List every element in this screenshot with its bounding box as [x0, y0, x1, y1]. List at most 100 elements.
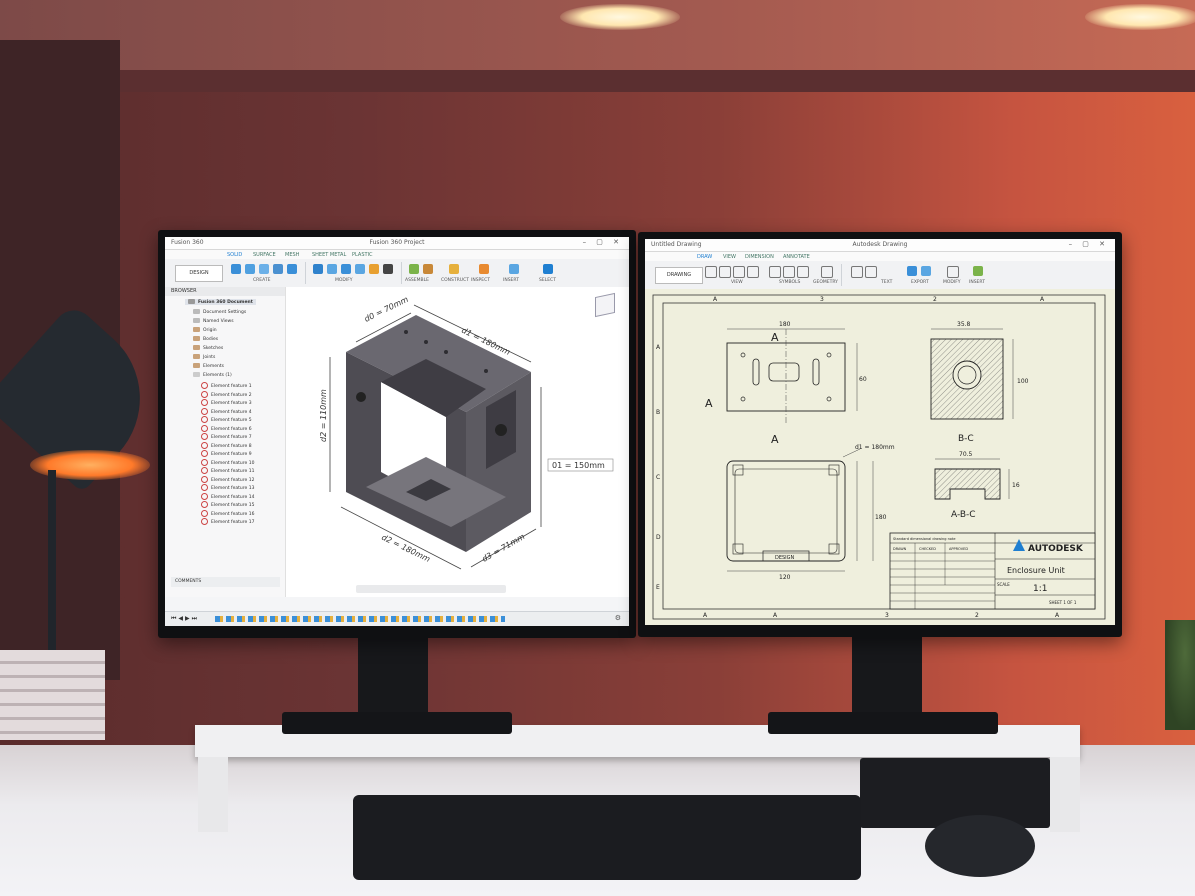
tree-item[interactable]: Elements	[193, 363, 224, 369]
center-mark-icon[interactable]	[769, 266, 781, 278]
tree-item[interactable]: Elements (1)	[193, 372, 232, 378]
window-controls[interactable]: – ▢ ✕	[583, 238, 623, 246]
tree-feature[interactable]: Element feature 9	[201, 450, 252, 457]
group-assemble: ASSEMBLE	[405, 278, 429, 283]
joint-icon[interactable]	[409, 264, 419, 274]
grid-ref-bottom: A	[703, 612, 708, 619]
tree-item[interactable]: Document Settings	[193, 309, 246, 315]
comments-panel[interactable]: COMMENTS	[171, 577, 280, 587]
tree-feature[interactable]: Element feature 2	[201, 390, 252, 398]
monitor-stand-left	[358, 632, 428, 722]
dim-left-vertical[interactable]: d2 = 110mm	[319, 389, 328, 442]
browser-title[interactable]: BROWSER	[165, 287, 285, 296]
3d-viewport[interactable]: d0 = 70mm d1 = 180mm d2 = 110mm 01 = 150…	[286, 287, 629, 597]
combine-icon[interactable]	[369, 264, 379, 274]
tree-feature[interactable]: Element feature 6	[201, 424, 252, 432]
pdf-icon[interactable]	[921, 266, 931, 276]
offset-plane-icon[interactable]	[449, 264, 459, 274]
dim-top-left[interactable]: d0 = 70mm	[363, 295, 410, 324]
tree-feature[interactable]: Element feature 16	[201, 509, 254, 517]
drawing-sheet[interactable]: A 3 2 A A B C D E A A 3 2 A 180 60 A A A…	[645, 289, 1115, 625]
tree-feature[interactable]: Element feature 8	[201, 441, 252, 449]
line-icon[interactable]	[705, 266, 717, 278]
symbol-icon[interactable]	[783, 266, 795, 278]
timeline-playback-controls[interactable]: ⏮◀▶⏭	[171, 615, 199, 623]
sketch-icon[interactable]	[231, 264, 241, 274]
tree-feature[interactable]: Element feature 15	[201, 501, 254, 508]
timeline-features[interactable]	[215, 616, 505, 622]
front-view[interactable]: 180 60 A A A	[705, 321, 867, 446]
title-block-approved: APPROVED	[949, 547, 968, 551]
tree-feature[interactable]: Element feature 4	[201, 407, 252, 415]
window-controls[interactable]: – ▢ ✕	[1069, 240, 1109, 248]
measure-icon[interactable]	[479, 264, 489, 274]
tree-feature[interactable]: Element feature 12	[201, 475, 254, 483]
move-icon[interactable]	[383, 264, 393, 274]
riser-leg	[1050, 757, 1080, 832]
leader-icon[interactable]	[865, 266, 877, 278]
arc-icon[interactable]	[719, 266, 731, 278]
select-icon[interactable]	[543, 264, 553, 274]
tree-feature[interactable]: Element feature 1	[201, 382, 252, 389]
tree-root[interactable]: Fusion 360 Document	[185, 299, 256, 305]
fillet-icon[interactable]	[327, 264, 337, 274]
tree-feature[interactable]: Element feature 10	[201, 458, 254, 466]
tab-solid[interactable]: SOLID	[227, 252, 242, 258]
tree-feature[interactable]: Element feature 14	[201, 492, 254, 500]
tree-feature[interactable]: Element feature 5	[201, 416, 252, 423]
text-icon[interactable]	[851, 266, 863, 278]
gear-icon[interactable]: ⚙	[615, 614, 621, 622]
tree-feature[interactable]: Element feature 3	[201, 399, 252, 406]
tab-plastic[interactable]: PLASTIC	[352, 252, 373, 258]
group-symbols: SYMBOLS	[779, 280, 801, 285]
hole-icon[interactable]	[273, 264, 283, 274]
export-icon[interactable]	[907, 266, 917, 276]
as-built-joint-icon[interactable]	[423, 264, 433, 274]
tree-feature[interactable]: Element feature 17	[201, 518, 254, 525]
tree-feature[interactable]: Element feature 11	[201, 467, 254, 474]
tree-item[interactable]: Joints	[193, 354, 215, 360]
tab-draw[interactable]: DRAW	[697, 254, 712, 260]
surface-texture-icon[interactable]	[797, 266, 809, 278]
tab-mesh[interactable]: MESH	[285, 252, 299, 258]
tab-sheet-metal[interactable]: SHEET METAL	[312, 252, 346, 258]
dim-right-box[interactable]: 01 = 150mm	[552, 461, 605, 470]
box-icon[interactable]	[287, 264, 297, 274]
section-view-b-c[interactable]: 35.8 100 B-C	[930, 321, 1029, 444]
tab-view[interactable]: VIEW	[723, 254, 736, 260]
chamfer-icon[interactable]	[341, 264, 351, 274]
ceiling-light	[1085, 4, 1195, 30]
polygon-icon[interactable]	[733, 266, 745, 278]
plant	[1165, 620, 1195, 730]
extrude-icon[interactable]	[245, 264, 255, 274]
insert-icon[interactable]	[973, 266, 983, 276]
section-view-a-b-c[interactable]: 70.5 16 A-B-C	[934, 451, 1020, 520]
workspace-button[interactable]: DRAWING	[655, 267, 703, 284]
bottom-view[interactable]: DESIGN 120 180 d1 = 180mm	[726, 444, 895, 581]
geometry-icon[interactable]	[821, 266, 833, 278]
revolve-icon[interactable]	[259, 264, 269, 274]
tree-item[interactable]: Named Views	[193, 318, 234, 324]
timeline-bar[interactable]: ⏮◀▶⏭ ⚙	[165, 611, 629, 626]
modify-icon[interactable]	[947, 266, 959, 278]
dim-bottom[interactable]: d2 = 180mm	[380, 533, 432, 564]
tab-dimension[interactable]: DIMENSION	[745, 254, 774, 260]
insert-icon[interactable]	[509, 264, 519, 274]
rectangle-icon[interactable]	[747, 266, 759, 278]
tree-item[interactable]: Bodies	[193, 336, 218, 342]
grid-ref-left: E	[656, 584, 660, 591]
drawing-titlebar: Untitled Drawing Autodesk Drawing – ▢ ✕	[645, 239, 1115, 252]
shell-icon[interactable]	[355, 264, 365, 274]
navigation-bar[interactable]	[356, 585, 506, 593]
grid-ref-left: D	[656, 534, 661, 541]
tree-feature[interactable]: Element feature 13	[201, 484, 254, 491]
tab-surface[interactable]: SURFACE	[253, 252, 276, 258]
workspace-button[interactable]: DESIGN	[175, 265, 223, 282]
tab-annotate[interactable]: ANNOTATE	[783, 254, 810, 260]
tree-item[interactable]: Origin	[193, 327, 217, 333]
tree-item[interactable]: Sketches	[193, 345, 223, 351]
title-block[interactable]: Standard dimensional drawing note DRAWN …	[889, 532, 1096, 610]
tree-feature[interactable]: Element feature 7	[201, 433, 252, 440]
press-pull-icon[interactable]	[313, 264, 323, 274]
scale-label: SCALE	[997, 582, 1010, 587]
